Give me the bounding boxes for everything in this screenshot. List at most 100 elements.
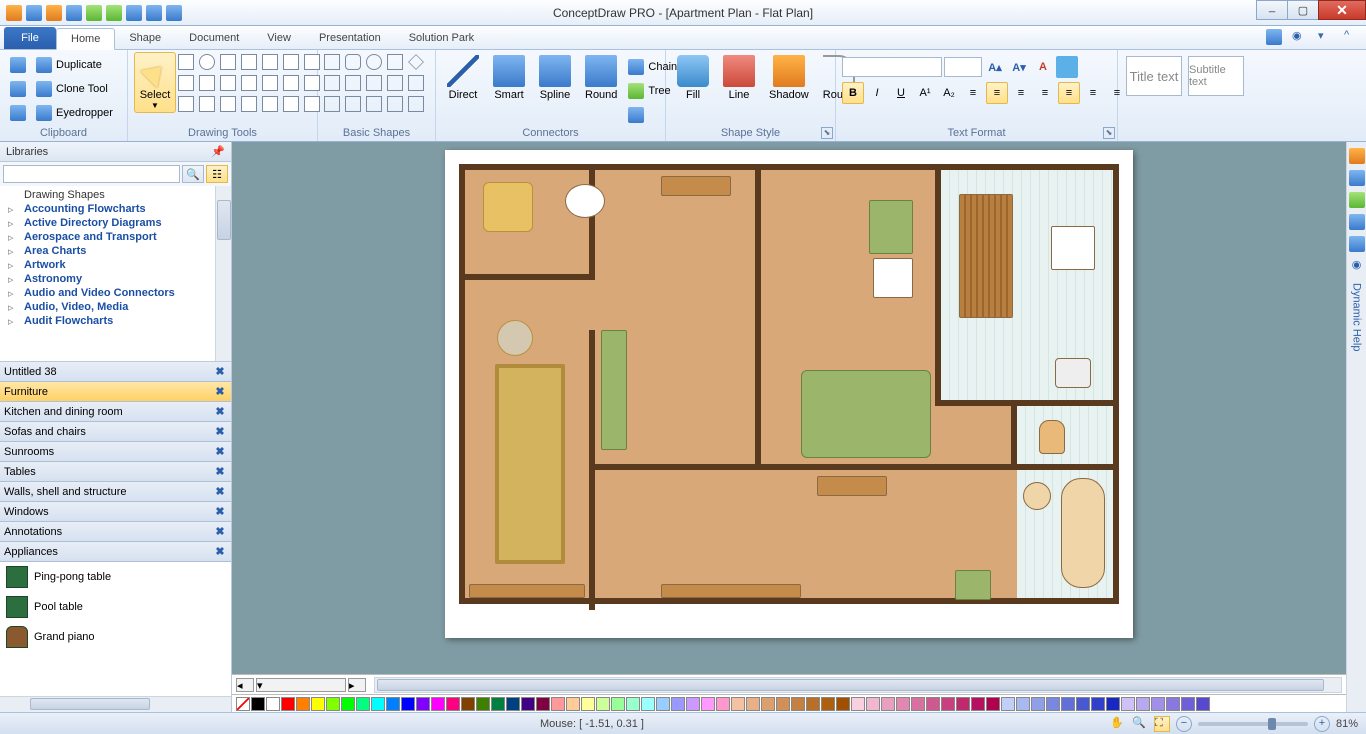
shape-ellipse[interactable] bbox=[366, 54, 382, 70]
shape-trapezoid[interactable] bbox=[408, 75, 424, 91]
tree-item[interactable]: Audio and Video Connectors bbox=[4, 286, 227, 300]
open-lib-item[interactable]: Tables✖ bbox=[0, 462, 231, 482]
duplicate-button[interactable]: Duplicate bbox=[32, 54, 117, 76]
tree-item[interactable]: Drawing Shapes bbox=[4, 188, 227, 202]
help-icon[interactable]: ◉ bbox=[1292, 29, 1308, 45]
close-lib-icon[interactable]: ✖ bbox=[213, 365, 227, 378]
line-button[interactable]: Line bbox=[718, 52, 760, 104]
font-family-combo[interactable] bbox=[842, 57, 942, 77]
eyedropper-button[interactable]: Eyedropper bbox=[32, 102, 117, 124]
color-swatch[interactable] bbox=[806, 697, 820, 711]
line-tool[interactable] bbox=[220, 54, 236, 70]
color-swatch[interactable] bbox=[416, 697, 430, 711]
color-swatch[interactable] bbox=[1196, 697, 1210, 711]
copy-button[interactable] bbox=[6, 78, 30, 100]
color-swatch[interactable] bbox=[521, 697, 535, 711]
text-format-dialog[interactable]: ⬊ bbox=[1103, 127, 1115, 139]
rsb-icon2[interactable] bbox=[1349, 170, 1365, 186]
canvas-hscroll[interactable] bbox=[374, 677, 1342, 693]
font-size-combo[interactable] bbox=[944, 57, 982, 77]
color-swatch[interactable] bbox=[296, 697, 310, 711]
color-swatch[interactable] bbox=[941, 697, 955, 711]
color-swatch[interactable] bbox=[821, 697, 835, 711]
bold-button[interactable]: B bbox=[842, 82, 864, 104]
underline-button[interactable]: U bbox=[890, 82, 912, 104]
close-lib-icon[interactable]: ✖ bbox=[213, 405, 227, 418]
close-lib-icon[interactable]: ✖ bbox=[213, 525, 227, 538]
zoom-out-button[interactable]: − bbox=[1176, 716, 1192, 732]
color-swatch[interactable] bbox=[971, 697, 985, 711]
color-swatch[interactable] bbox=[746, 697, 760, 711]
color-swatch[interactable] bbox=[956, 697, 970, 711]
color-swatch[interactable] bbox=[866, 697, 880, 711]
color-swatch[interactable] bbox=[446, 697, 460, 711]
color-swatch[interactable] bbox=[1046, 697, 1060, 711]
font-color[interactable]: A bbox=[1032, 56, 1054, 78]
help-badge-icon[interactable]: ◉ bbox=[1352, 258, 1362, 271]
round-connector[interactable]: Round bbox=[580, 52, 622, 104]
rsb-icon1[interactable] bbox=[1349, 148, 1365, 164]
shadow-button[interactable]: Shadow bbox=[764, 52, 814, 104]
color-swatch[interactable] bbox=[341, 697, 355, 711]
superscript-button[interactable]: A¹ bbox=[914, 82, 936, 104]
arrow-tool[interactable] bbox=[262, 75, 278, 91]
ellipse-tool[interactable] bbox=[199, 54, 215, 70]
color-swatch[interactable] bbox=[641, 697, 655, 711]
color-swatch[interactable] bbox=[701, 697, 715, 711]
maximize-button[interactable] bbox=[1287, 0, 1319, 20]
color-swatch[interactable] bbox=[1076, 697, 1090, 711]
qat-redo-icon[interactable] bbox=[106, 5, 122, 21]
text-tool[interactable] bbox=[178, 75, 194, 91]
file-tab[interactable]: File bbox=[4, 27, 56, 49]
color-swatch[interactable] bbox=[551, 697, 565, 711]
page-prev[interactable]: ◂ bbox=[236, 678, 254, 692]
bezier-tool[interactable] bbox=[220, 75, 236, 91]
close-lib-icon[interactable]: ✖ bbox=[213, 505, 227, 518]
qat-open-icon[interactable] bbox=[46, 5, 62, 21]
open-lib-item[interactable]: Furniture✖ bbox=[0, 382, 231, 402]
shape-item[interactable]: Pool table bbox=[0, 592, 231, 622]
color-swatch[interactable] bbox=[836, 697, 850, 711]
shrink-font[interactable]: A▾ bbox=[1008, 56, 1030, 78]
zoom-in-button[interactable]: + bbox=[1314, 716, 1330, 732]
color-swatch[interactable] bbox=[1061, 697, 1075, 711]
connector-tool[interactable] bbox=[199, 75, 215, 91]
color-swatch[interactable] bbox=[791, 697, 805, 711]
highlight[interactable] bbox=[1056, 56, 1078, 78]
color-swatch[interactable] bbox=[596, 697, 610, 711]
align-top[interactable]: ≡ bbox=[1034, 82, 1056, 104]
italic-button[interactable]: I bbox=[866, 82, 888, 104]
tree-item[interactable]: Aerospace and Transport bbox=[4, 230, 227, 244]
callout-tool[interactable] bbox=[283, 75, 299, 91]
qat-paste-icon[interactable] bbox=[166, 5, 182, 21]
shape-hex[interactable] bbox=[387, 54, 403, 70]
align-right[interactable]: ≡ bbox=[1010, 82, 1032, 104]
color-swatch[interactable] bbox=[926, 697, 940, 711]
color-swatch[interactable] bbox=[281, 697, 295, 711]
rotate-tool[interactable] bbox=[199, 96, 215, 112]
color-swatch[interactable] bbox=[266, 697, 280, 711]
color-swatch[interactable] bbox=[581, 697, 595, 711]
color-swatch[interactable] bbox=[461, 697, 475, 711]
pen-tool[interactable] bbox=[241, 75, 257, 91]
color-swatch[interactable] bbox=[881, 697, 895, 711]
zoom-slider[interactable] bbox=[1198, 722, 1308, 726]
open-lib-item[interactable]: Untitled 38✖ bbox=[0, 362, 231, 382]
no-fill-swatch[interactable] bbox=[236, 697, 250, 711]
color-swatch[interactable] bbox=[671, 697, 685, 711]
color-swatch[interactable] bbox=[911, 697, 925, 711]
shape-diamond[interactable] bbox=[408, 54, 424, 70]
color-swatch[interactable] bbox=[896, 697, 910, 711]
shape-item[interactable]: Ping-pong table bbox=[0, 562, 231, 592]
pin-icon[interactable]: 📌 bbox=[211, 145, 225, 158]
tab-shape[interactable]: Shape bbox=[115, 27, 175, 49]
color-swatch[interactable] bbox=[1001, 697, 1015, 711]
shape-rect[interactable] bbox=[324, 54, 340, 70]
spline-connector[interactable]: Spline bbox=[534, 52, 576, 104]
minimize-button[interactable] bbox=[1256, 0, 1288, 20]
subtitle-style[interactable]: Subtitle text bbox=[1188, 56, 1244, 96]
color-swatch[interactable] bbox=[1091, 697, 1105, 711]
dropdown-icon[interactable]: ▾ bbox=[1318, 29, 1334, 45]
direct-connector[interactable]: Direct bbox=[442, 52, 484, 104]
close-lib-icon[interactable]: ✖ bbox=[213, 545, 227, 558]
